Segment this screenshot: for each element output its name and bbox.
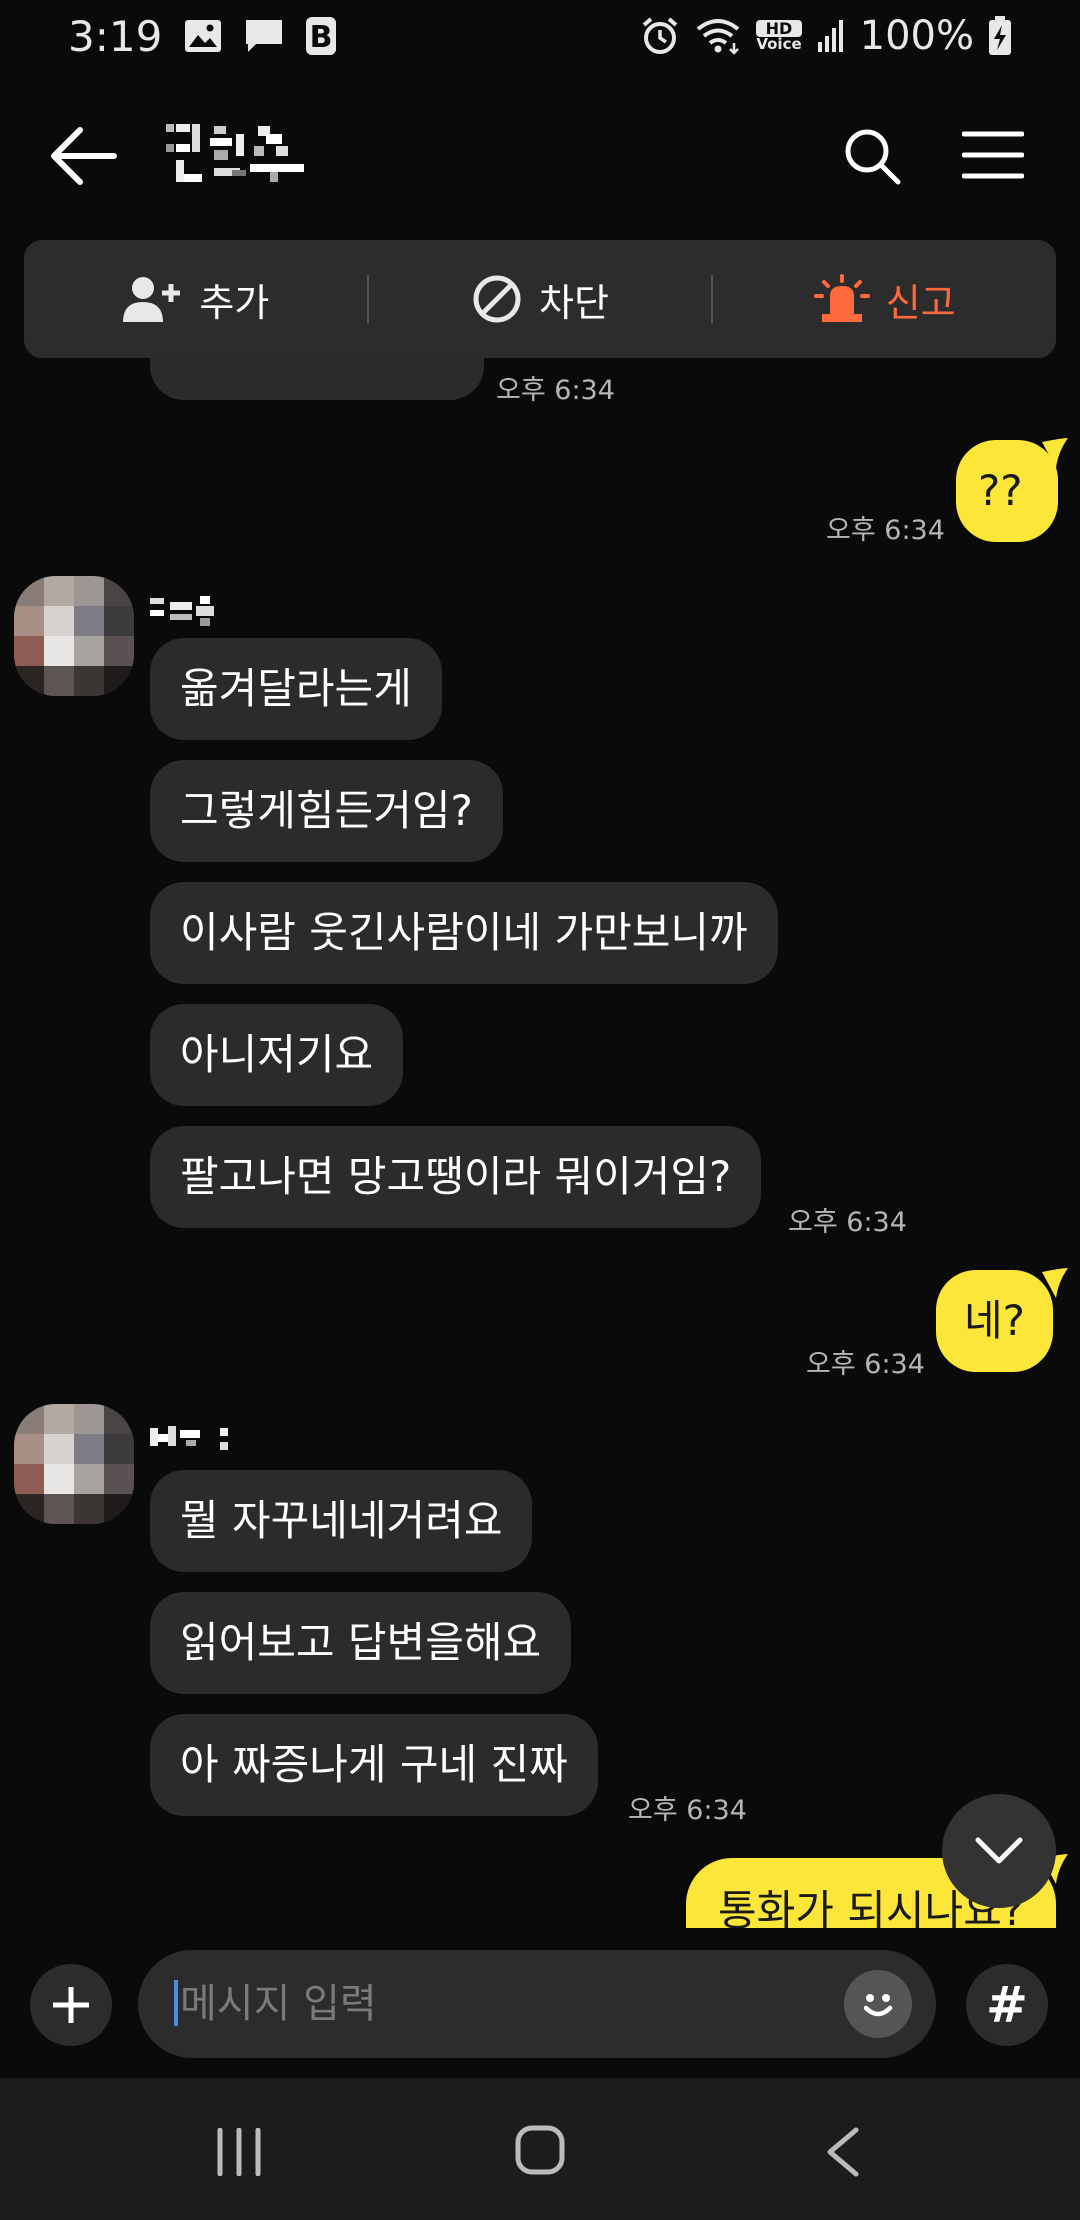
- nav-back-icon[interactable]: [822, 2126, 862, 2178]
- report-label: 신고: [885, 280, 956, 325]
- chat-header: [0, 96, 1080, 216]
- back-arrow-icon[interactable]: [48, 124, 118, 188]
- message-time: 오후 6:34: [628, 1795, 747, 1826]
- bubble-tail: [1042, 1268, 1068, 1298]
- message-input-placeholder: 메시지 입력: [180, 1981, 377, 2027]
- wifi-icon: [697, 19, 740, 55]
- hashtag-button[interactable]: #: [966, 1964, 1048, 2046]
- b-app-icon: B: [306, 17, 337, 55]
- report-button[interactable]: 신고: [713, 240, 1056, 358]
- add-friend-button[interactable]: 추가: [24, 240, 367, 358]
- message-bubble[interactable]: 팔고나면 망고땡이라 뭐이거임?: [150, 1126, 762, 1228]
- text-caret: [174, 1980, 178, 2026]
- message-bubble[interactable]: 아니저기요: [150, 1004, 404, 1106]
- block-label: 차단: [539, 280, 609, 325]
- sender-name-pixelated: [150, 596, 214, 626]
- message-bubble-partial[interactable]: [150, 358, 484, 400]
- attach-button[interactable]: [30, 1964, 112, 2046]
- sender-avatar[interactable]: [14, 576, 134, 696]
- siren-icon: [813, 274, 870, 322]
- block-button[interactable]: 차단: [369, 240, 712, 358]
- add-person-icon: [123, 277, 181, 322]
- message-bubble[interactable]: 그렇게힘든거임?: [150, 760, 503, 862]
- status-bar-right: HD Voice 100%: [640, 13, 1012, 59]
- voice-label: Voice: [756, 35, 802, 53]
- sender-name-pixelated: [150, 1426, 228, 1450]
- chat-icon: [246, 20, 283, 52]
- emoticon-button[interactable]: [844, 1970, 912, 2038]
- system-nav-bar: [0, 2078, 1080, 2220]
- message-bubble[interactable]: 아 짜증나게 구네 진짜: [150, 1714, 598, 1816]
- hamburger-menu-icon[interactable]: [962, 130, 1024, 180]
- message-time: 오후 6:34: [826, 515, 945, 546]
- alarm-icon: [643, 17, 678, 54]
- block-icon: [473, 275, 521, 323]
- my-message-bubble[interactable]: 네?: [936, 1270, 1053, 1372]
- message-input-area: 메시지 입력 #: [0, 1928, 1080, 2078]
- chevron-down-icon: [975, 1837, 1023, 1864]
- hd-voice-icon: HD Voice: [756, 20, 802, 53]
- battery-charging-icon: [989, 16, 1011, 55]
- plus-icon: [53, 1987, 89, 2023]
- recent-apps-icon[interactable]: [214, 2128, 264, 2176]
- message-bubble[interactable]: 이사람 웃긴사람이네 가만보니까: [150, 882, 778, 984]
- scroll-to-bottom-button[interactable]: [942, 1794, 1056, 1908]
- chat-title-pixelated: [166, 124, 304, 182]
- message-time: 오후 6:34: [806, 1349, 925, 1380]
- message-bubble[interactable]: 뭘 자꾸네네거려요: [150, 1470, 533, 1572]
- status-bar-left: 3:19 B: [68, 11, 337, 61]
- svg-text:B: B: [310, 20, 333, 55]
- image-icon: [185, 20, 222, 52]
- battery-percent: 100%: [859, 13, 974, 59]
- home-icon[interactable]: [514, 2124, 566, 2176]
- message-input[interactable]: 메시지 입력: [138, 1950, 936, 2058]
- smiley-icon: [863, 1994, 893, 2017]
- message-bubble[interactable]: 옮겨달라는게: [150, 638, 442, 740]
- message-list[interactable]: 오후 6:34 오후 6:34 ?? 옮겨달라는게 그렇게힘든거임? 이사람 웃…: [0, 358, 1080, 1928]
- stranger-action-bar: 추가 차단 신고: [24, 240, 1056, 358]
- signal-icon: [817, 20, 843, 52]
- bubble-tail: [1042, 438, 1068, 468]
- message-bubble[interactable]: 읽어보고 답변을해요: [150, 1592, 572, 1694]
- message-time: 오후 6:34: [788, 1207, 907, 1238]
- sender-avatar[interactable]: [14, 1404, 134, 1524]
- search-icon[interactable]: [842, 126, 902, 186]
- add-label: 추가: [199, 280, 270, 325]
- status-bar: 3:19 B HD Voice 100%: [0, 0, 1080, 72]
- message-time: 오후 6:34: [496, 375, 615, 406]
- status-time: 3:19: [68, 11, 163, 61]
